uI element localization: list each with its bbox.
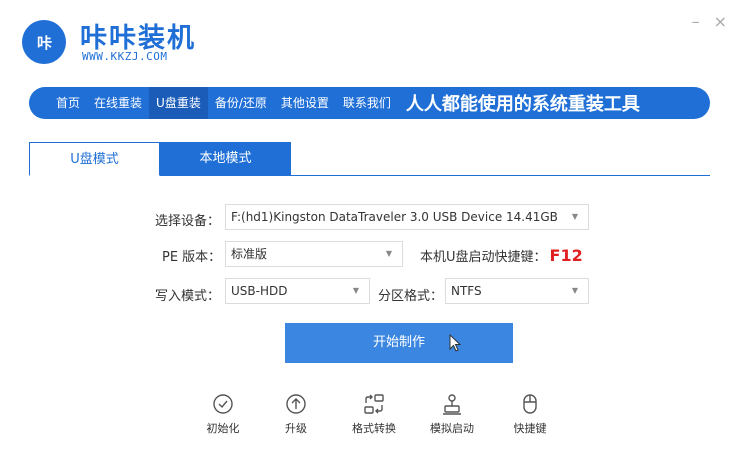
tool-format-convert-label: 格式转换 <box>352 422 396 435</box>
device-select-value: F:(hd1)Kingston DataTraveler 3.0 USB Dev… <box>231 210 558 224</box>
nav-home[interactable]: 首页 <box>49 87 87 119</box>
nav-slogan: 人人都能使用的系统重装工具 <box>405 94 640 115</box>
minimize-button[interactable]: – <box>692 14 700 30</box>
chevron-down-icon: ▼ <box>571 286 578 295</box>
tool-shortcut-key[interactable]: 快捷键 <box>500 392 560 436</box>
window-controls: – × <box>692 14 727 30</box>
nav-online-reinstall[interactable]: 在线重装 <box>87 87 149 119</box>
format-convert-icon <box>364 394 384 414</box>
logo-text: 咔 <box>36 33 52 52</box>
tab-local-mode[interactable]: 本地模式 <box>160 142 291 176</box>
hotkey-label: 本机U盘启动快捷键： <box>420 250 547 265</box>
write-mode-select[interactable]: USB-HDD ▼ <box>225 278 370 304</box>
nav-usb-reinstall[interactable]: U盘重装 <box>149 87 208 119</box>
device-label: 选择设备： <box>155 214 221 229</box>
write-mode-value: USB-HDD <box>231 284 288 298</box>
tool-simulate-boot[interactable]: 模拟启动 <box>422 392 482 436</box>
tool-shortcut-key-label: 快捷键 <box>513 422 547 435</box>
nav-contact-us[interactable]: 联系我们 <box>336 87 398 119</box>
tool-initialize[interactable]: 初始化 <box>193 392 253 436</box>
write-mode-label: 写入模式： <box>155 289 221 304</box>
close-button[interactable]: × <box>714 14 727 30</box>
partition-select[interactable]: NTFS ▼ <box>445 278 589 304</box>
hotkey-info: 本机U盘启动快捷键： F12 <box>420 246 583 265</box>
hotkey-value: F12 <box>549 246 583 265</box>
pe-version-label: PE 版本： <box>162 250 222 265</box>
pe-version-value: 标准版 <box>231 247 268 261</box>
nav-other-settings[interactable]: 其他设置 <box>274 87 336 119</box>
simulate-boot-icon <box>443 394 461 415</box>
tool-initialize-label: 初始化 <box>206 422 240 435</box>
nav-backup-restore[interactable]: 备份/还原 <box>208 87 274 119</box>
start-make-button[interactable]: 开始制作 <box>285 323 513 363</box>
mouse-icon <box>523 394 537 414</box>
mouse-cursor-icon <box>449 334 461 352</box>
device-select[interactable]: F:(hd1)Kingston DataTraveler 3.0 USB Dev… <box>225 204 589 230</box>
upgrade-arrow-icon <box>286 394 306 414</box>
tab-usb-mode[interactable]: U盘模式 <box>29 142 160 176</box>
partition-label: 分区格式： <box>378 289 444 304</box>
tool-format-convert[interactable]: 格式转换 <box>344 392 404 436</box>
chevron-down-icon: ▼ <box>352 286 359 295</box>
brand-url: WWW.KKZJ.COM <box>82 50 168 63</box>
chevron-down-icon: ▼ <box>385 249 392 258</box>
check-circle-icon <box>213 394 233 414</box>
partition-value: NTFS <box>451 284 482 298</box>
chevron-down-icon: ▼ <box>571 212 578 221</box>
tool-upgrade-label: 升级 <box>285 422 307 435</box>
app-logo: 咔 <box>22 20 66 64</box>
tool-simulate-boot-label: 模拟启动 <box>430 422 474 435</box>
tool-upgrade[interactable]: 升级 <box>266 392 326 436</box>
main-nav: 首页 在线重装 U盘重装 备份/还原 其他设置 联系我们 人人都能使用的系统重装… <box>29 87 710 119</box>
mode-tabs: U盘模式 本地模式 <box>29 142 710 176</box>
pe-version-select[interactable]: 标准版 ▼ <box>225 241 403 267</box>
